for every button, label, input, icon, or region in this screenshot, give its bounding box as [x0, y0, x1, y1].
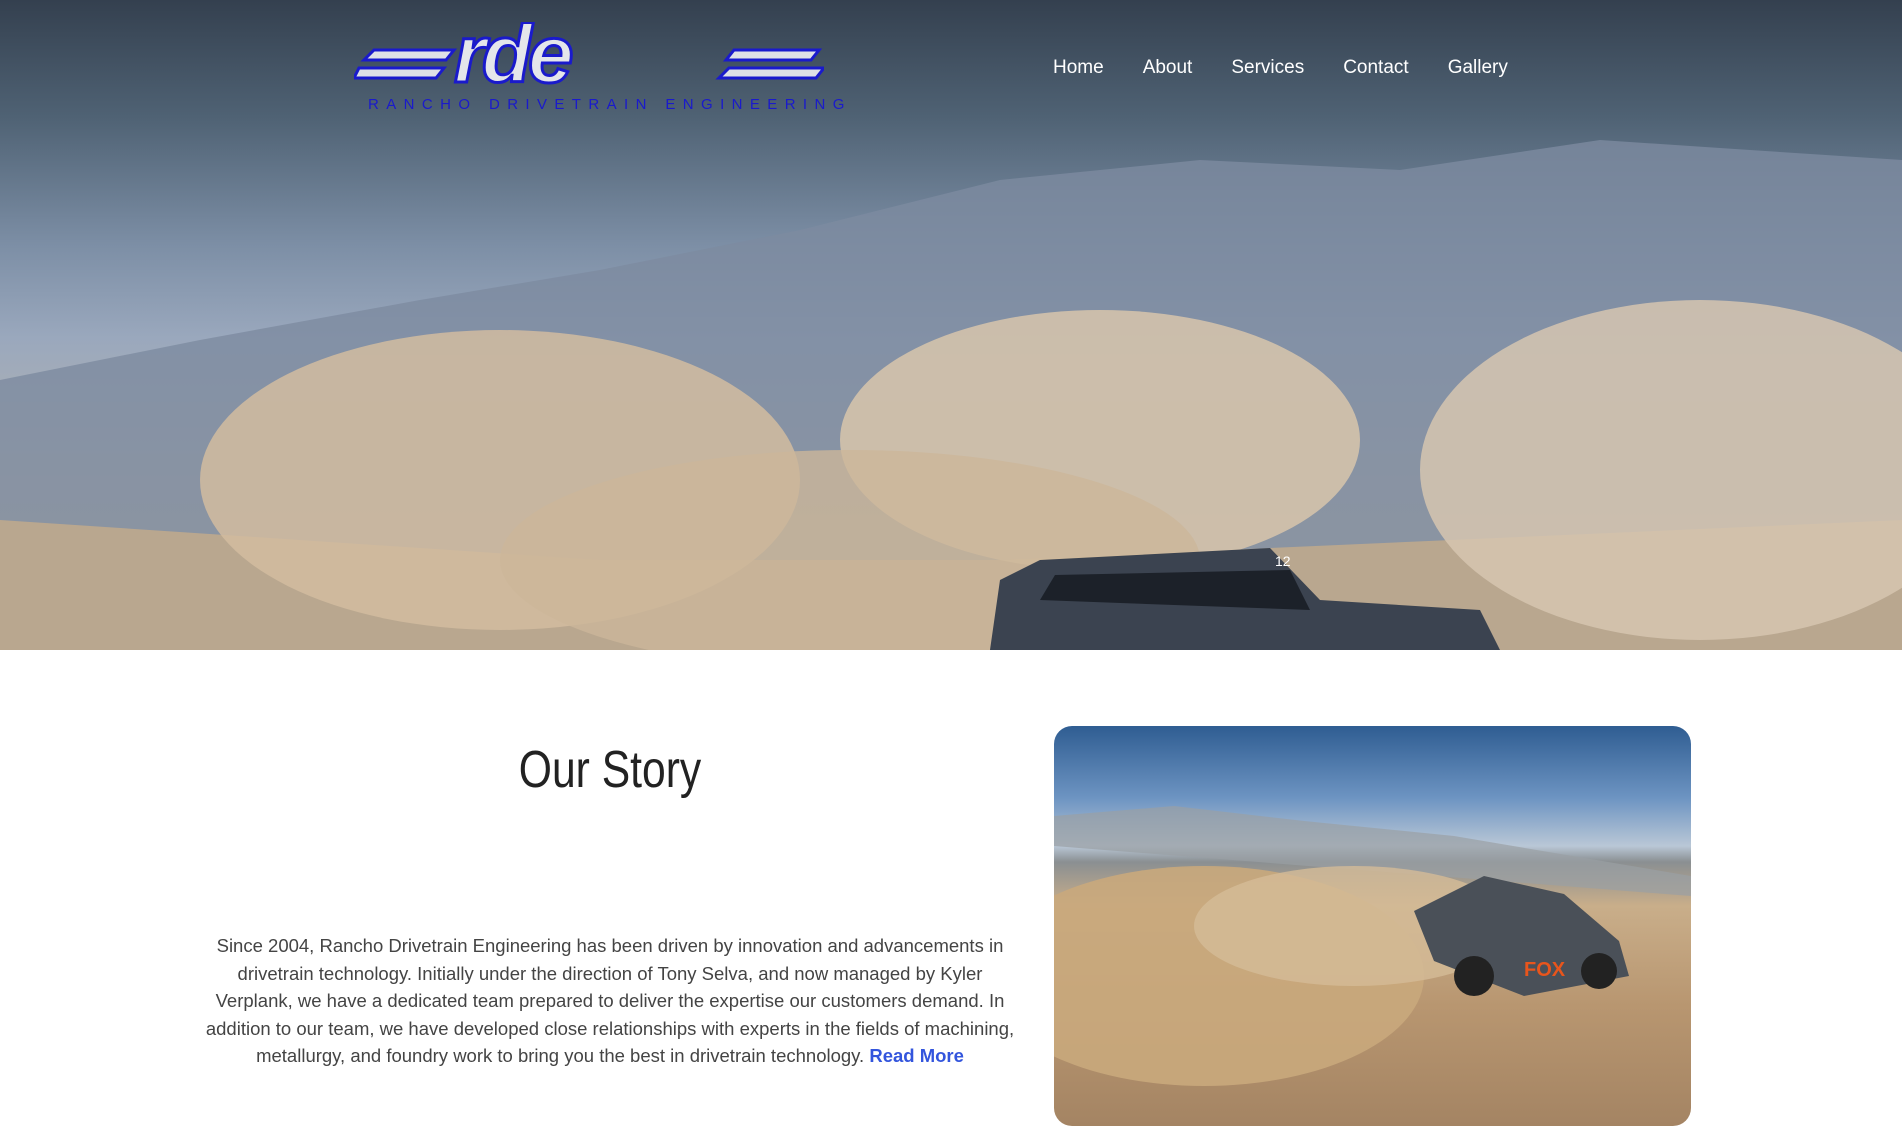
read-more-link[interactable]: Read More [869, 1045, 964, 1066]
off-road-truck-image: FOX [1054, 806, 1691, 1086]
nav-services[interactable]: Services [1231, 57, 1304, 79]
svg-text:rde: rde [454, 22, 572, 94]
our-story-text: Since 2004, Rancho Drivetrain Engineerin… [205, 932, 1015, 1070]
story-photo: FOX [1054, 726, 1691, 1126]
nav-about[interactable]: About [1143, 57, 1193, 79]
rde-logo-graphic: rde [351, 8, 828, 102]
site-logo[interactable]: rde RANCHO DRIVETRAIN ENGINEERING [351, 8, 844, 118]
nav-gallery[interactable]: Gallery [1448, 57, 1508, 79]
logo-tagline: RANCHO DRIVETRAIN ENGINEERING [368, 96, 852, 113]
our-story-heading: Our Story [518, 741, 702, 799]
truck-brand: FOX [1524, 959, 1566, 981]
nav-home[interactable]: Home [1053, 57, 1104, 79]
nav-contact[interactable]: Contact [1343, 57, 1408, 79]
hero-background-image: 12 [0, 140, 1902, 650]
main-nav: Home About Services Contact Gallery [1053, 57, 1547, 79]
hero-banner: 12 rde RANCHO DRIVETRAIN ENGINEERING Hom… [0, 0, 1902, 650]
truck-number: 12 [1275, 553, 1291, 569]
